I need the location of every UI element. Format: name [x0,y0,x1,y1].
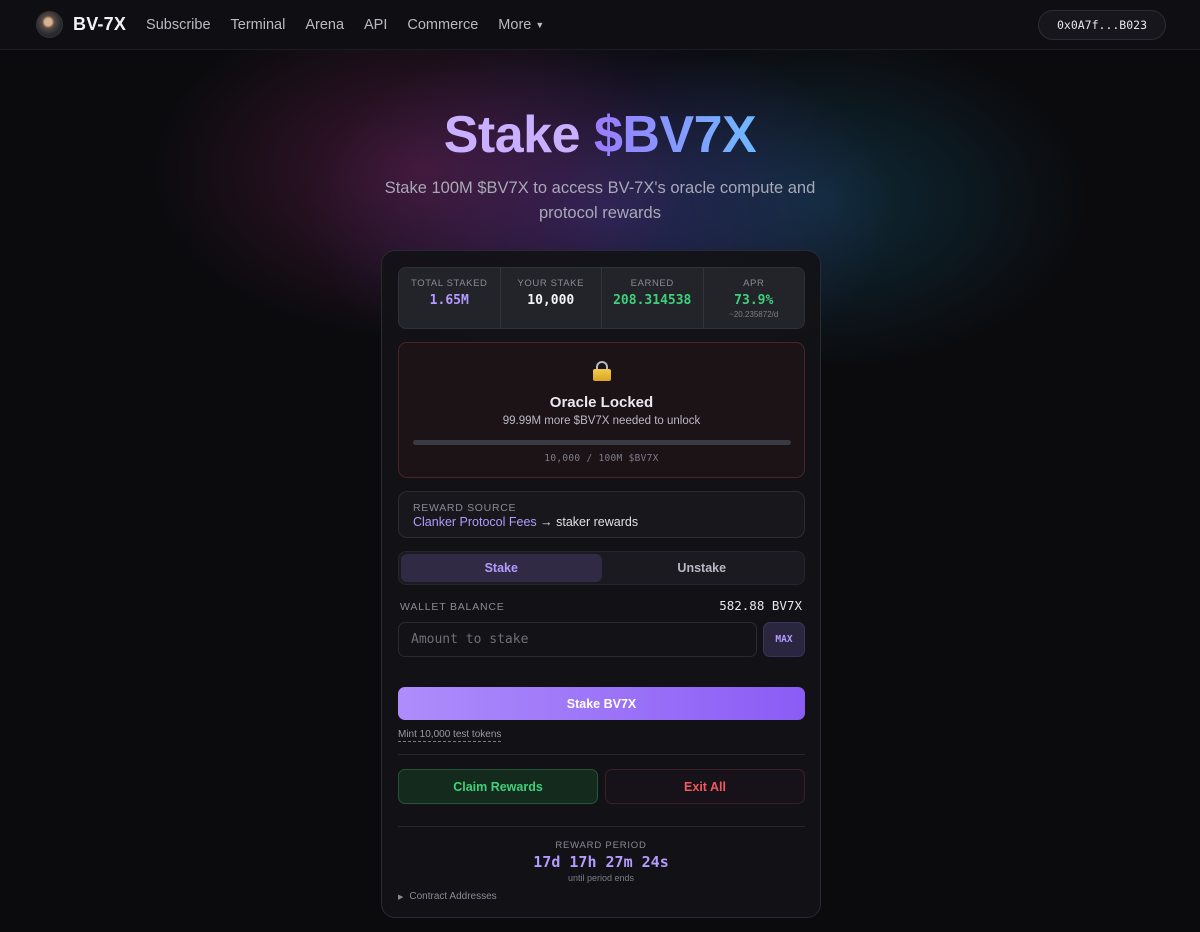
stat-your-stake: YOUR STAKE 10,000 [501,268,602,328]
amount-input[interactable] [398,622,757,657]
stake-button[interactable]: Stake BV7X [398,687,805,720]
nav-link-commerce[interactable]: Commerce [407,17,478,33]
contract-addresses-toggle[interactable]: ▶ Contract Addresses [398,891,497,902]
oracle-locked-subtitle: 99.99M more $BV7X needed to unlock [502,415,701,427]
divider [398,826,805,827]
reward-source-rest: → staker rewards [536,515,639,529]
lock-icon [592,361,612,381]
staking-card: TOTAL STAKED 1.65M YOUR STAKE 10,000 EAR… [381,250,821,918]
mint-test-tokens-link[interactable]: Mint 10,000 test tokens [398,728,502,742]
nav-link-api[interactable]: API [364,17,387,33]
unlock-progress-text: 10,000 / 100M $BV7X [544,453,659,464]
reward-period-sub: until period ends [567,873,635,883]
contract-addresses-label: Contract Addresses [409,891,497,902]
stat-apr-daily: ~20.235872/d [729,310,779,319]
page-title-stake: Stake [443,106,581,164]
unlock-progress-bar [413,440,791,445]
nav-link-terminal[interactable]: Terminal [231,17,286,33]
stat-total-staked: TOTAL STAKED 1.65M [399,268,501,328]
reward-period-countdown: 17d 17h 27m 24s [533,853,669,871]
reward-source-link[interactable]: Clanker Protocol Fees [413,515,537,529]
triangle-right-icon: ▶ [398,893,404,901]
stat-value: 10,000 [527,293,575,308]
stake-unstake-tabs: Stake Unstake [398,551,805,585]
stat-value: 1.65M [429,293,469,308]
stat-value: 208.314538 [613,293,692,308]
divider [398,754,805,755]
tab-unstake[interactable]: Unstake [602,554,803,582]
stat-label: APR [743,278,765,289]
chevron-down-icon: ▼ [535,19,545,30]
tab-stake[interactable]: Stake [401,554,602,582]
stat-label: YOUR STAKE [517,278,585,289]
nav-links: Subscribe Terminal Arena API Commerce Mo… [146,17,544,33]
stats-panel: TOTAL STAKED 1.65M YOUR STAKE 10,000 EAR… [398,267,805,329]
max-button[interactable]: MAX [763,622,805,657]
stat-value: 73.9% [734,293,774,308]
stat-label: TOTAL STAKED [410,278,488,289]
top-navbar: BV-7X Subscribe Terminal Arena API Comme… [0,0,1200,50]
nav-link-subscribe[interactable]: Subscribe [146,17,210,33]
stat-apr: APR 73.9% ~20.235872/d [704,268,805,328]
nav-more-label: More [498,16,532,33]
wallet-address-button[interactable]: 0x0A7f...B023 [1037,9,1166,40]
reward-source-label: REWARD SOURCE [413,502,517,514]
page-subtitle: Stake 100M $BV7X to access BV-7X's oracl… [384,179,816,222]
nav-link-arena[interactable]: Arena [305,17,344,33]
oracle-locked-panel: Oracle Locked 99.99M more $BV7X needed t… [398,342,805,478]
stat-earned: EARNED 208.314538 [602,268,704,328]
reward-period-label: REWARD PERIOD [555,840,647,851]
stat-label: EARNED [630,278,674,289]
brand-avatar [36,11,63,38]
page-title-token: $BV7X [593,106,757,164]
page-title: Stake $BV7X [0,105,1200,165]
nav-more-dropdown[interactable]: More ▼ [498,17,544,33]
claim-rewards-button[interactable]: Claim Rewards [398,769,598,804]
reward-source-box: REWARD SOURCE Clanker Protocol Fees → st… [398,491,805,538]
brand-name: BV-7X [73,14,127,34]
brand-logo[interactable]: BV-7X [36,11,126,38]
oracle-locked-title: Oracle Locked [549,394,654,411]
exit-all-button[interactable]: Exit All [605,769,805,804]
reward-source-line: Clanker Protocol Fees → staker rewards [413,515,790,529]
wallet-balance-label: WALLET BALANCE [400,601,505,613]
wallet-balance-value: 582.88 BV7X [719,598,802,613]
